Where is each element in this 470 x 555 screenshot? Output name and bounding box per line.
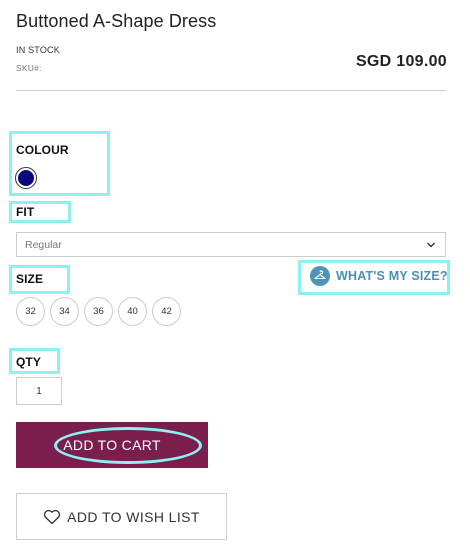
product-price: SGD 109.00 bbox=[355, 53, 447, 70]
add-to-cart-label: ADD TO CART bbox=[63, 437, 161, 453]
divider bbox=[16, 90, 446, 91]
size-label: SIZE bbox=[16, 272, 44, 286]
fit-select[interactable]: Regular bbox=[16, 232, 446, 257]
chevron-down-icon bbox=[427, 242, 435, 248]
add-to-wishlist-label: ADD TO WISH LIST bbox=[67, 508, 200, 525]
add-to-cart-button[interactable]: ADD TO CART bbox=[16, 422, 208, 468]
qty-label: QTY bbox=[16, 355, 41, 369]
size-option-42[interactable]: 42 bbox=[152, 297, 181, 326]
size-option-34[interactable]: 34 bbox=[50, 297, 79, 326]
whats-my-size-label: WHAT'S MY SIZE? bbox=[336, 269, 448, 283]
fit-label: FIT bbox=[16, 205, 35, 219]
heart-icon bbox=[44, 509, 61, 524]
add-to-wishlist-button[interactable]: ADD TO WISH LIST bbox=[16, 493, 227, 540]
size-option-32[interactable]: 32 bbox=[16, 297, 45, 326]
size-option-36[interactable]: 36 bbox=[84, 297, 113, 326]
colour-label: COLOUR bbox=[16, 143, 69, 157]
sku-label: SKU#: bbox=[16, 63, 42, 73]
stock-status: IN STOCK bbox=[16, 45, 60, 55]
size-options: 32 34 36 40 42 bbox=[16, 297, 181, 326]
colour-swatch-navy[interactable] bbox=[15, 167, 37, 189]
product-title: Buttoned A-Shape Dress bbox=[16, 11, 217, 31]
size-option-40[interactable]: 40 bbox=[118, 297, 147, 326]
navy-colour-swatch bbox=[18, 170, 34, 186]
qty-input[interactable]: 1 bbox=[16, 377, 62, 405]
hanger-icon bbox=[310, 266, 330, 286]
fit-select-value: Regular bbox=[25, 239, 62, 251]
whats-my-size-link[interactable]: WHAT'S MY SIZE? bbox=[310, 266, 448, 286]
